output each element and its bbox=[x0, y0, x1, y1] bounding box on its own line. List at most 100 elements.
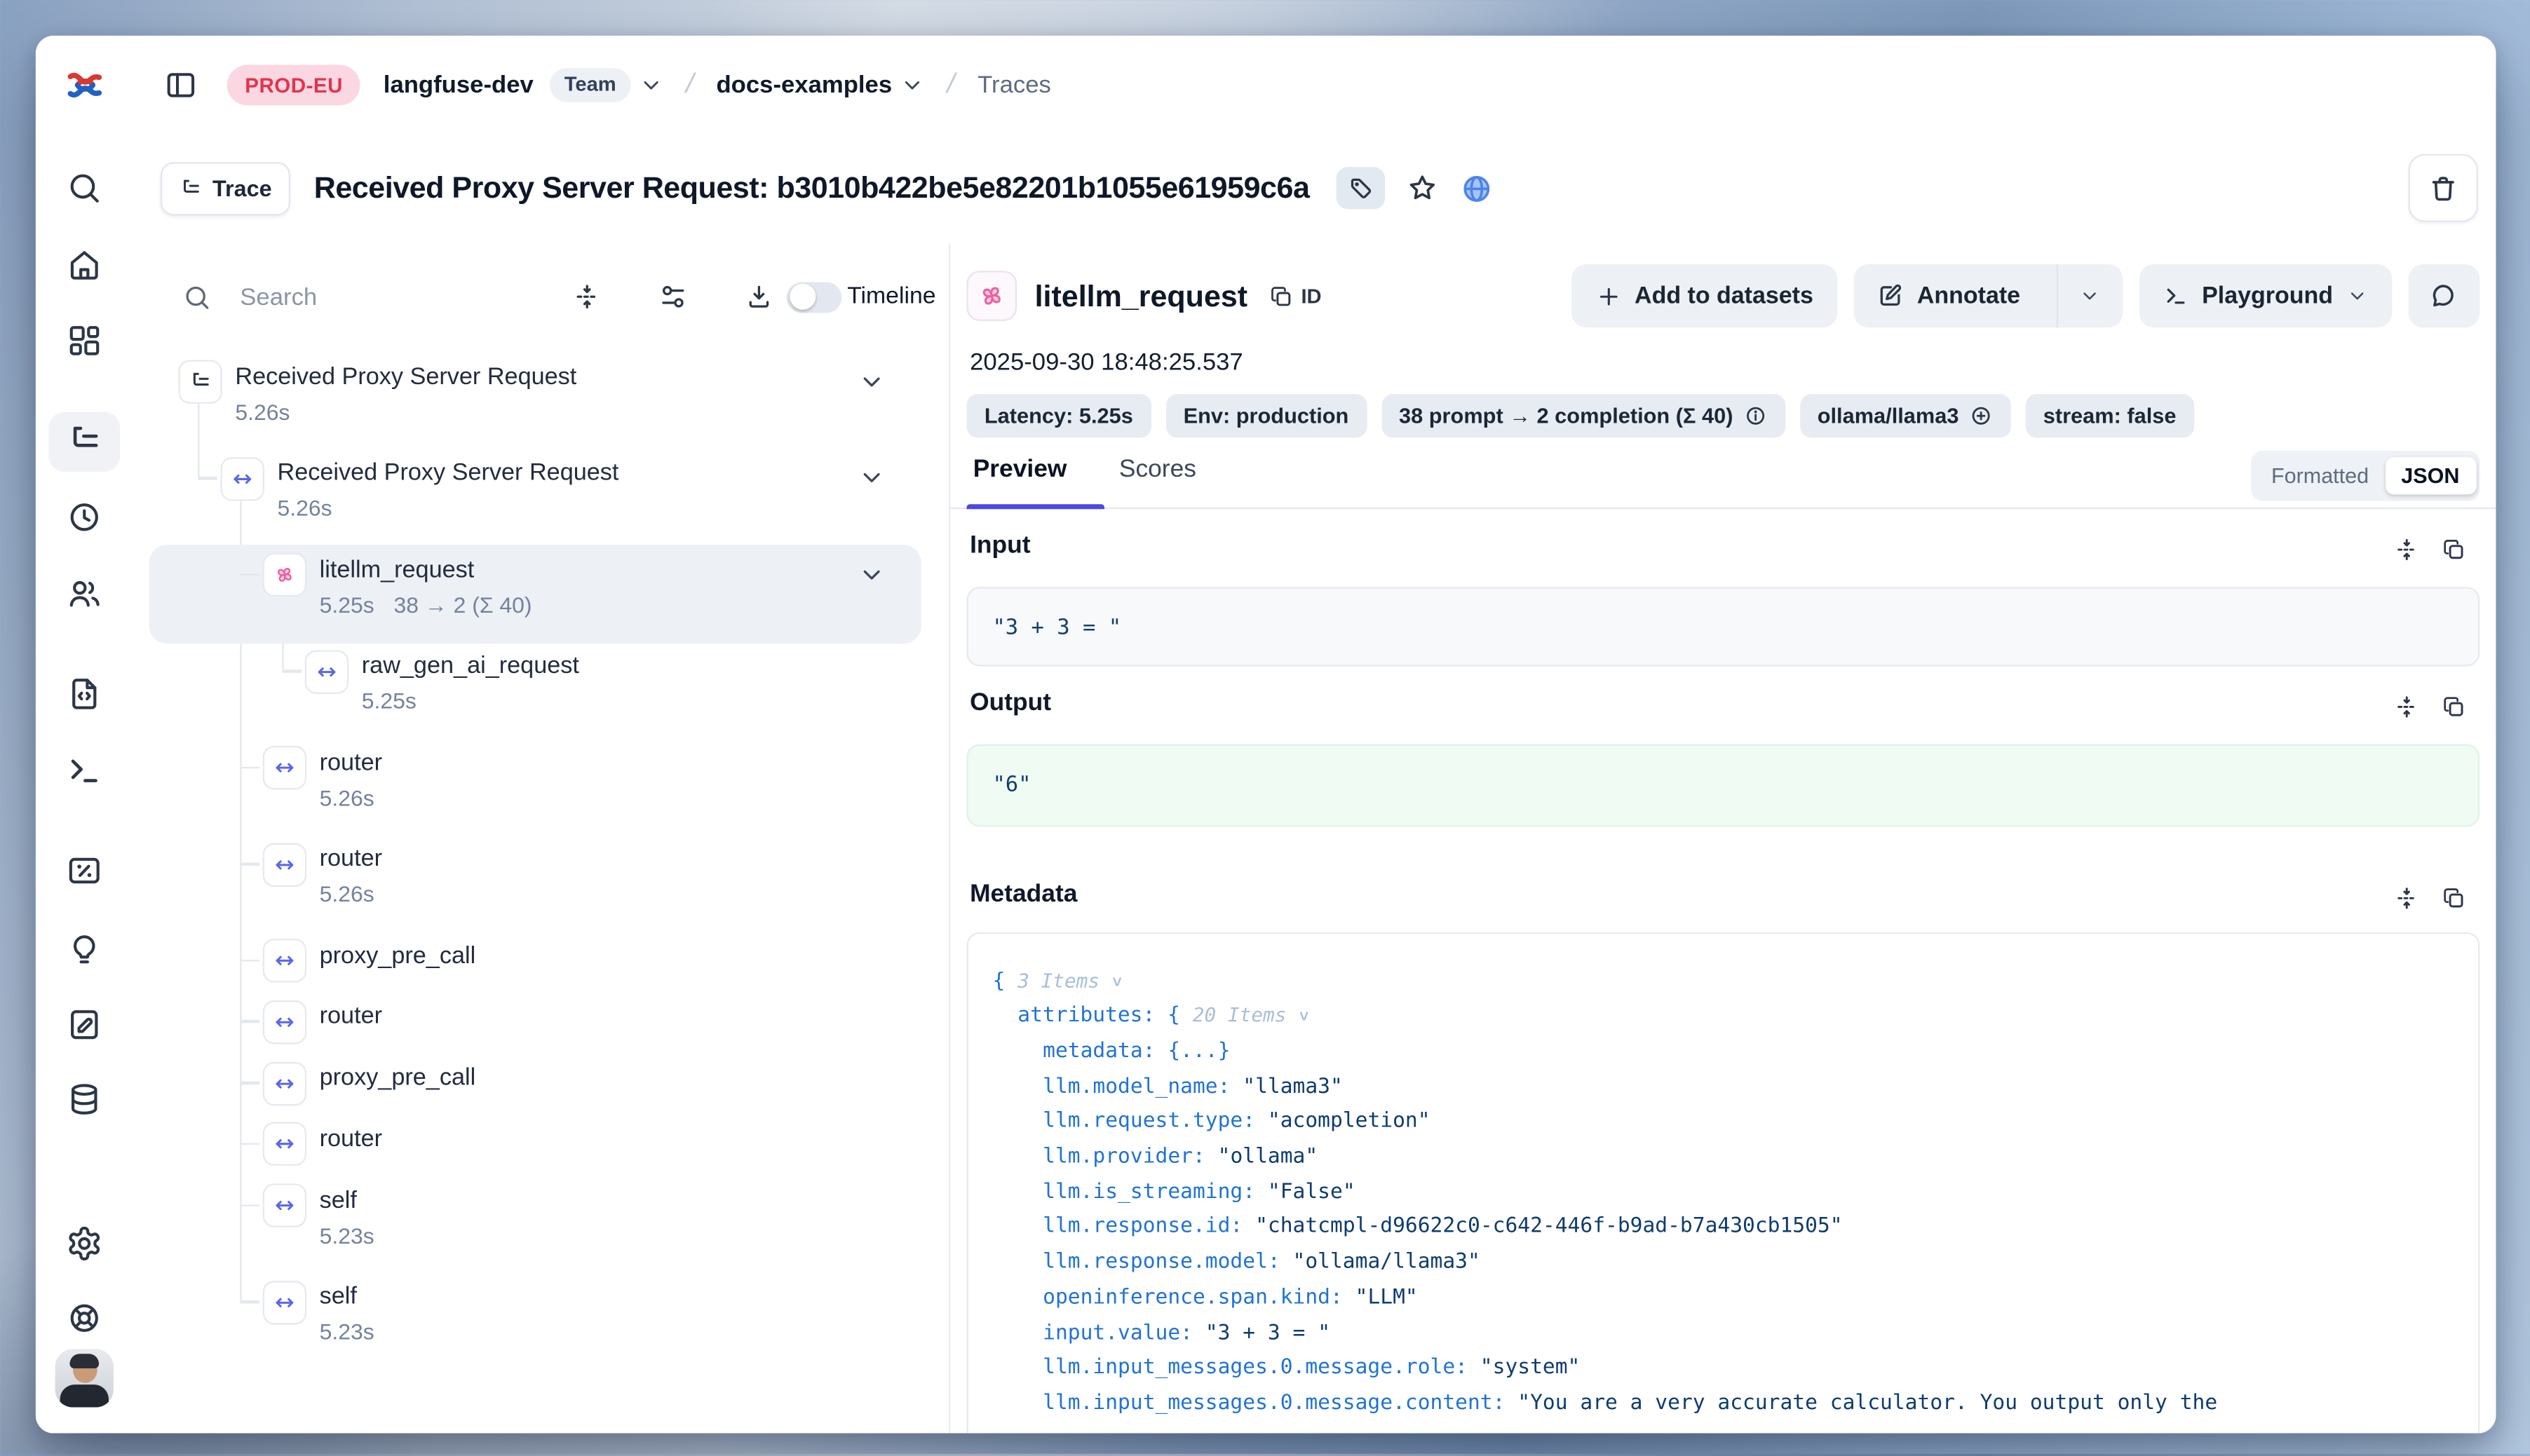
copy-output-button[interactable] bbox=[2440, 693, 2466, 719]
tree-connector bbox=[239, 1082, 259, 1084]
sidebar-item-insights-icon[interactable] bbox=[65, 929, 104, 968]
observation-badge[interactable]: 38 prompt → 2 completion (Σ 40) bbox=[1381, 393, 1785, 437]
observation-badge[interactable]: Env: production bbox=[1165, 393, 1367, 437]
output-section-label: Output bbox=[970, 688, 1051, 718]
download-button[interactable] bbox=[745, 281, 774, 311]
comment-icon bbox=[2428, 280, 2458, 311]
tab-preview[interactable]: Preview bbox=[973, 455, 1067, 484]
observation-badge[interactable]: stream: false bbox=[2025, 393, 2194, 437]
add-to-datasets-button[interactable]: Add to datasets bbox=[1571, 264, 1838, 327]
collapse-metadata-button[interactable] bbox=[2393, 885, 2419, 911]
tree-row-duration: 5.23s bbox=[320, 1223, 374, 1248]
span-icon bbox=[263, 843, 306, 886]
tree-search[interactable]: Search bbox=[182, 281, 317, 312]
project-name[interactable]: docs-examples bbox=[716, 71, 892, 98]
tree-row-label: raw_gen_ai_request bbox=[362, 653, 579, 679]
trace-type-badge: Trace bbox=[161, 162, 290, 215]
annotate-button[interactable]: Annotate bbox=[1854, 264, 2043, 327]
trash-icon bbox=[2427, 173, 2458, 204]
org-type-badge: Team bbox=[550, 68, 631, 102]
public-link-button[interactable] bbox=[1461, 172, 1495, 206]
tags-button[interactable] bbox=[1337, 168, 1386, 210]
tree-row-label: self bbox=[320, 1188, 357, 1214]
collapse-output-button[interactable] bbox=[2393, 693, 2419, 719]
tree-row-label: proxy_pre_call bbox=[320, 1066, 476, 1091]
tree-row-label: router bbox=[320, 1127, 382, 1152]
playground-button[interactable]: Playground bbox=[2139, 264, 2391, 327]
tree-row-label: self bbox=[320, 1284, 357, 1310]
bookmark-button[interactable] bbox=[1407, 172, 1439, 205]
sidebar-item-playground-icon[interactable] bbox=[65, 751, 104, 790]
annotate-dropdown-button[interactable] bbox=[2056, 264, 2123, 327]
annotate-split-button: Annotate bbox=[1854, 264, 2123, 327]
tree-connector bbox=[239, 1143, 259, 1145]
tree-connector bbox=[281, 669, 302, 672]
observation-badge[interactable]: Latency: 5.25s bbox=[966, 393, 1151, 437]
tree-row-duration: 5.23s bbox=[320, 1320, 374, 1345]
copy-metadata-button[interactable] bbox=[2440, 885, 2466, 911]
tree-settings-button[interactable] bbox=[658, 281, 688, 311]
format-formatted-option[interactable]: Formatted bbox=[2255, 463, 2385, 487]
plus-icon bbox=[1596, 283, 1622, 309]
annotate-icon bbox=[1876, 282, 1904, 309]
tree-row-label: router bbox=[320, 750, 382, 776]
sidebar-item-evals-icon[interactable] bbox=[65, 851, 104, 890]
environment-badge[interactable]: PROD-EU bbox=[227, 64, 361, 105]
breadcrumb-separator: / bbox=[944, 69, 959, 101]
sidebar-item-users-icon[interactable] bbox=[65, 574, 104, 613]
terminal-icon bbox=[2163, 283, 2189, 309]
metadata-json-line: llm.response.id: "chatcmpl-d96622c0-c642… bbox=[992, 1210, 2453, 1245]
comments-button[interactable] bbox=[2407, 264, 2479, 327]
org-name[interactable]: langfuse-dev bbox=[384, 71, 534, 98]
copy-id-button[interactable]: ID bbox=[1269, 283, 1321, 309]
trace-tree-panel: Search Timeline Received Proxy Server Re… bbox=[133, 243, 951, 1433]
tree-connector bbox=[239, 862, 259, 864]
collapse-all-button[interactable] bbox=[572, 281, 602, 311]
metadata-json-line: llm.input_messages.0.message.role: "syst… bbox=[992, 1351, 2453, 1386]
observation-badge[interactable]: ollama/llama3 bbox=[1799, 393, 2010, 437]
app-window: PROD-EU langfuse-dev Team / docs-example… bbox=[35, 35, 2496, 1433]
sidebar-item-datasets-icon[interactable] bbox=[65, 1080, 104, 1119]
copy-input-button[interactable] bbox=[2440, 536, 2466, 562]
sidebar-item-search-icon[interactable] bbox=[65, 169, 104, 208]
langfuse-logo[interactable] bbox=[66, 67, 103, 102]
sidebar-item-support-icon[interactable] bbox=[65, 1299, 104, 1338]
timeline-toggle[interactable] bbox=[787, 281, 842, 313]
tree-connector bbox=[239, 1020, 259, 1022]
collapse-input-button[interactable] bbox=[2393, 536, 2419, 562]
sidebar-item-tracing-icon[interactable] bbox=[65, 421, 104, 461]
sidebar-item-prompts-icon[interactable] bbox=[65, 674, 104, 714]
span-icon bbox=[221, 456, 264, 500]
format-json-option[interactable]: JSON bbox=[2385, 456, 2475, 494]
tree-connector bbox=[197, 477, 217, 479]
org-chevron-icon[interactable] bbox=[639, 72, 663, 97]
chevron-down-icon[interactable] bbox=[858, 560, 885, 587]
sidebar-item-settings-icon[interactable] bbox=[65, 1224, 104, 1263]
info-icon bbox=[1743, 403, 1767, 428]
tree-row-label: Received Proxy Server Request bbox=[235, 364, 576, 390]
sidebar-item-dashboards-icon[interactable] bbox=[65, 321, 104, 360]
input-value-box[interactable]: "3 + 3 = " bbox=[966, 586, 2479, 665]
timeline-label: Timeline bbox=[847, 283, 935, 309]
metadata-json-line: llm.input_messages.0.message.content: "Y… bbox=[992, 1386, 2453, 1421]
sidebar-item-home-icon[interactable] bbox=[65, 245, 104, 284]
span-icon bbox=[263, 1000, 306, 1044]
tab-scores[interactable]: Scores bbox=[1119, 455, 1196, 484]
delete-trace-button[interactable] bbox=[2407, 154, 2477, 222]
sidebar-toggle-icon[interactable] bbox=[164, 68, 198, 102]
chevron-down-icon[interactable] bbox=[858, 463, 885, 491]
metadata-json-line: llm.provider: "ollama" bbox=[992, 1140, 2453, 1175]
output-value-box[interactable]: "6" bbox=[966, 743, 2479, 826]
metadata-json-line: llm.model_name: "llama3" bbox=[992, 1070, 2453, 1105]
observation-title: litellm_request bbox=[1035, 278, 1248, 314]
search-icon bbox=[182, 281, 212, 312]
user-avatar[interactable] bbox=[55, 1349, 114, 1407]
sidebar-item-annotation-icon[interactable] bbox=[65, 1005, 104, 1045]
project-chevron-icon[interactable] bbox=[900, 72, 925, 97]
breadcrumb-current[interactable]: Traces bbox=[977, 71, 1051, 98]
sidebar-item-sessions-icon[interactable] bbox=[65, 498, 104, 537]
chevron-down-icon[interactable] bbox=[858, 367, 885, 395]
tag-icon bbox=[1348, 175, 1375, 202]
tree-row-label: router bbox=[320, 1004, 382, 1030]
metadata-json-viewer[interactable]: { 3 Items ∨attributes: { 20 Items ∨metad… bbox=[966, 932, 2479, 1433]
